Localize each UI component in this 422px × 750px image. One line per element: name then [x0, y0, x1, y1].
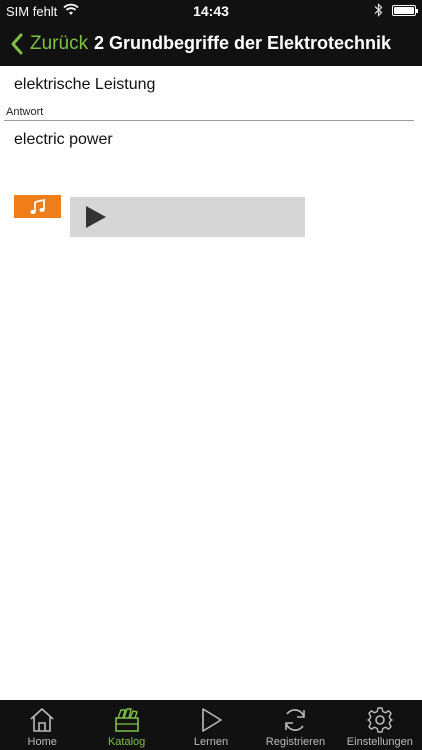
tab-lernen[interactable]: Lernen: [169, 700, 253, 750]
tab-label: Einstellungen: [346, 736, 413, 748]
answer-text: electric power: [14, 131, 113, 148]
carrier-label: SIM fehlt: [6, 4, 58, 19]
status-bar: SIM fehlt 14:43: [0, 0, 422, 22]
divider: [4, 120, 414, 121]
tab-label: Registrieren: [265, 736, 326, 748]
answer-label: Antwort: [6, 106, 44, 118]
tab-registrieren[interactable]: Registrieren: [253, 700, 337, 750]
chevron-left-icon: [11, 33, 23, 55]
gear-icon: [367, 707, 393, 733]
audio-player[interactable]: [70, 197, 305, 237]
tab-label: Katalog: [107, 736, 146, 748]
play-icon: [202, 708, 222, 732]
sync-icon: [285, 709, 306, 731]
battery-icon: [392, 5, 418, 16]
tab-home[interactable]: Home: [0, 700, 84, 750]
bluetooth-icon: [374, 3, 383, 20]
music-note-icon: [14, 195, 61, 218]
back-button[interactable]: Zurück: [10, 31, 88, 57]
navigation-bar: Zurück 2 Grundbegriffe der Elektrotechni…: [0, 22, 422, 66]
tab-label: Home: [27, 736, 57, 748]
tab-label: Lernen: [193, 736, 229, 748]
tab-bar: Home Katalog Lernen Registrieren Einstel…: [0, 700, 422, 750]
page-title: 2 Grundbegriffe der Elektrotechnik: [94, 33, 392, 53]
catalog-icon: [114, 708, 139, 732]
tab-katalog[interactable]: Katalog: [84, 700, 168, 750]
home-icon: [30, 708, 54, 732]
tab-einstellungen[interactable]: Einstellungen: [338, 700, 422, 750]
question-text: elektrische Leistung: [14, 76, 156, 93]
back-label: Zurück: [30, 33, 89, 54]
top-bar: SIM fehlt 14:43 Zurück 2 Grundbegriffe d…: [0, 0, 422, 66]
play-icon[interactable]: [84, 205, 108, 229]
wifi-icon: [63, 3, 79, 19]
